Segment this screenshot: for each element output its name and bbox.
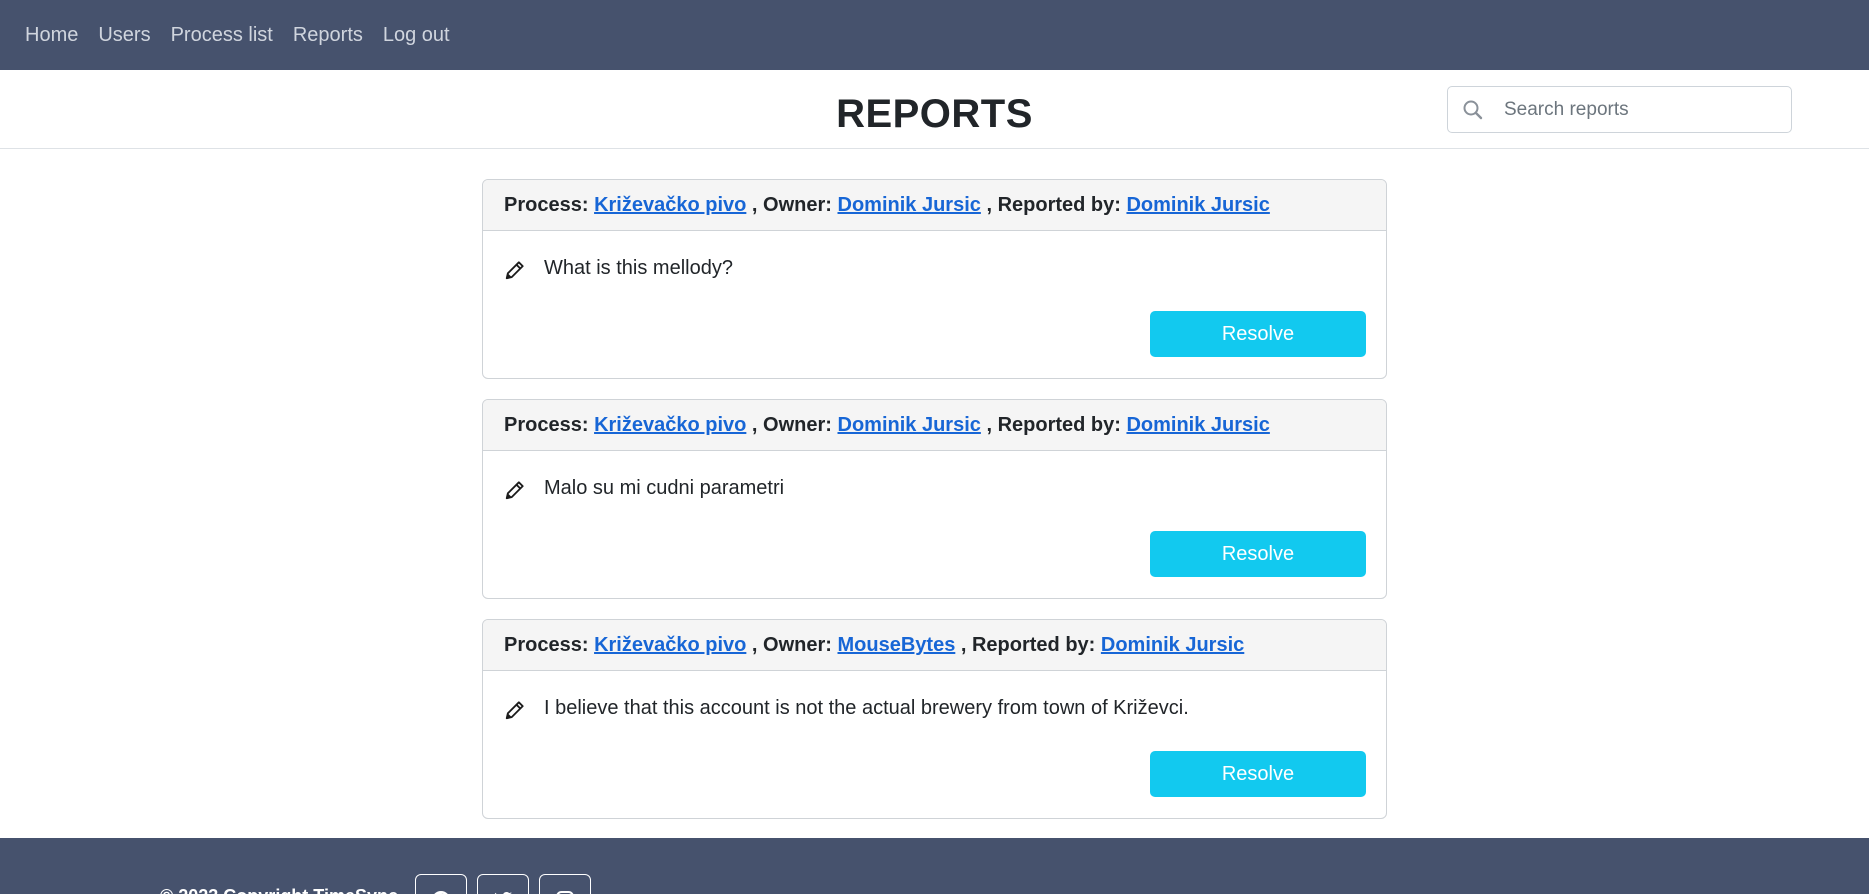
resolve-button[interactable]: Resolve (1150, 311, 1366, 357)
reported-by-link[interactable]: Dominik Jursic (1101, 634, 1244, 656)
nav-reports[interactable]: Reports (293, 24, 363, 47)
report-card: Process: Križevačko pivo , Owner: Domini… (482, 399, 1387, 599)
search-box (1447, 86, 1792, 133)
reported-by-link[interactable]: Dominik Jursic (1126, 414, 1269, 436)
nav-home[interactable]: Home (25, 24, 78, 47)
process-link[interactable]: Križevačko pivo (594, 414, 746, 436)
process-label: Process: (504, 414, 589, 436)
search-input[interactable] (1504, 95, 1784, 125)
report-text: Malo su mi cudni parametri (544, 477, 785, 499)
nav-log-out[interactable]: Log out (383, 24, 450, 47)
report-card-header: Process: Križevačko pivo , Owner: Domini… (483, 180, 1386, 231)
resolve-button[interactable]: Resolve (1150, 751, 1366, 797)
owner-label: , Owner: (751, 634, 832, 656)
facebook-button[interactable] (415, 874, 467, 894)
nav-process-list[interactable]: Process list (171, 24, 273, 47)
reports-list: Process: Križevačko pivo , Owner: Domini… (482, 179, 1387, 839)
reported-by-label: , Reported by: (960, 634, 1096, 656)
owner-link[interactable]: Dominik Jursic (838, 194, 981, 216)
pencil-icon (505, 261, 524, 280)
reported-by-label: , Reported by: (986, 194, 1121, 216)
instagram-button[interactable] (539, 874, 591, 894)
owner-label: , Owner: (751, 194, 832, 216)
pencil-icon (505, 701, 524, 720)
report-text: What is this mellody? (544, 257, 733, 279)
process-label: Process: (504, 194, 589, 216)
owner-label: , Owner: (751, 414, 832, 436)
report-card-header: Process: Križevačko pivo , Owner: MouseB… (483, 620, 1386, 671)
resolve-button[interactable]: Resolve (1150, 531, 1366, 577)
twitter-button[interactable] (477, 874, 529, 894)
footer: © 2023 Copyright TimeSync (0, 838, 1869, 894)
reported-by-link[interactable]: Dominik Jursic (1126, 194, 1269, 216)
page-header: REPORTS (0, 70, 1869, 149)
report-card-body: What is this mellody? Resolve (483, 231, 1386, 378)
facebook-icon (434, 891, 448, 894)
reported-by-label: , Reported by: (986, 414, 1121, 436)
report-card: Process: Križevačko pivo , Owner: MouseB… (482, 619, 1387, 819)
report-card-header: Process: Križevačko pivo , Owner: Domini… (483, 400, 1386, 451)
report-card-body: Malo su mi cudni parametri Resolve (483, 451, 1386, 598)
copyright-text: © 2023 Copyright TimeSync (160, 886, 398, 894)
owner-link[interactable]: Dominik Jursic (838, 414, 981, 436)
pencil-icon (505, 481, 524, 500)
report-card-body: I believe that this account is not the a… (483, 671, 1386, 818)
instagram-icon (556, 891, 574, 894)
search-icon (1463, 100, 1483, 120)
owner-link[interactable]: MouseBytes (838, 634, 956, 656)
report-text: I believe that this account is not the a… (544, 697, 1189, 719)
process-label: Process: (504, 634, 589, 656)
process-link[interactable]: Križevačko pivo (594, 194, 746, 216)
nav-users[interactable]: Users (98, 24, 150, 47)
report-card: Process: Križevačko pivo , Owner: Domini… (482, 179, 1387, 379)
top-navbar: Home Users Process list Reports Log out (0, 0, 1869, 70)
process-link[interactable]: Križevačko pivo (594, 634, 746, 656)
